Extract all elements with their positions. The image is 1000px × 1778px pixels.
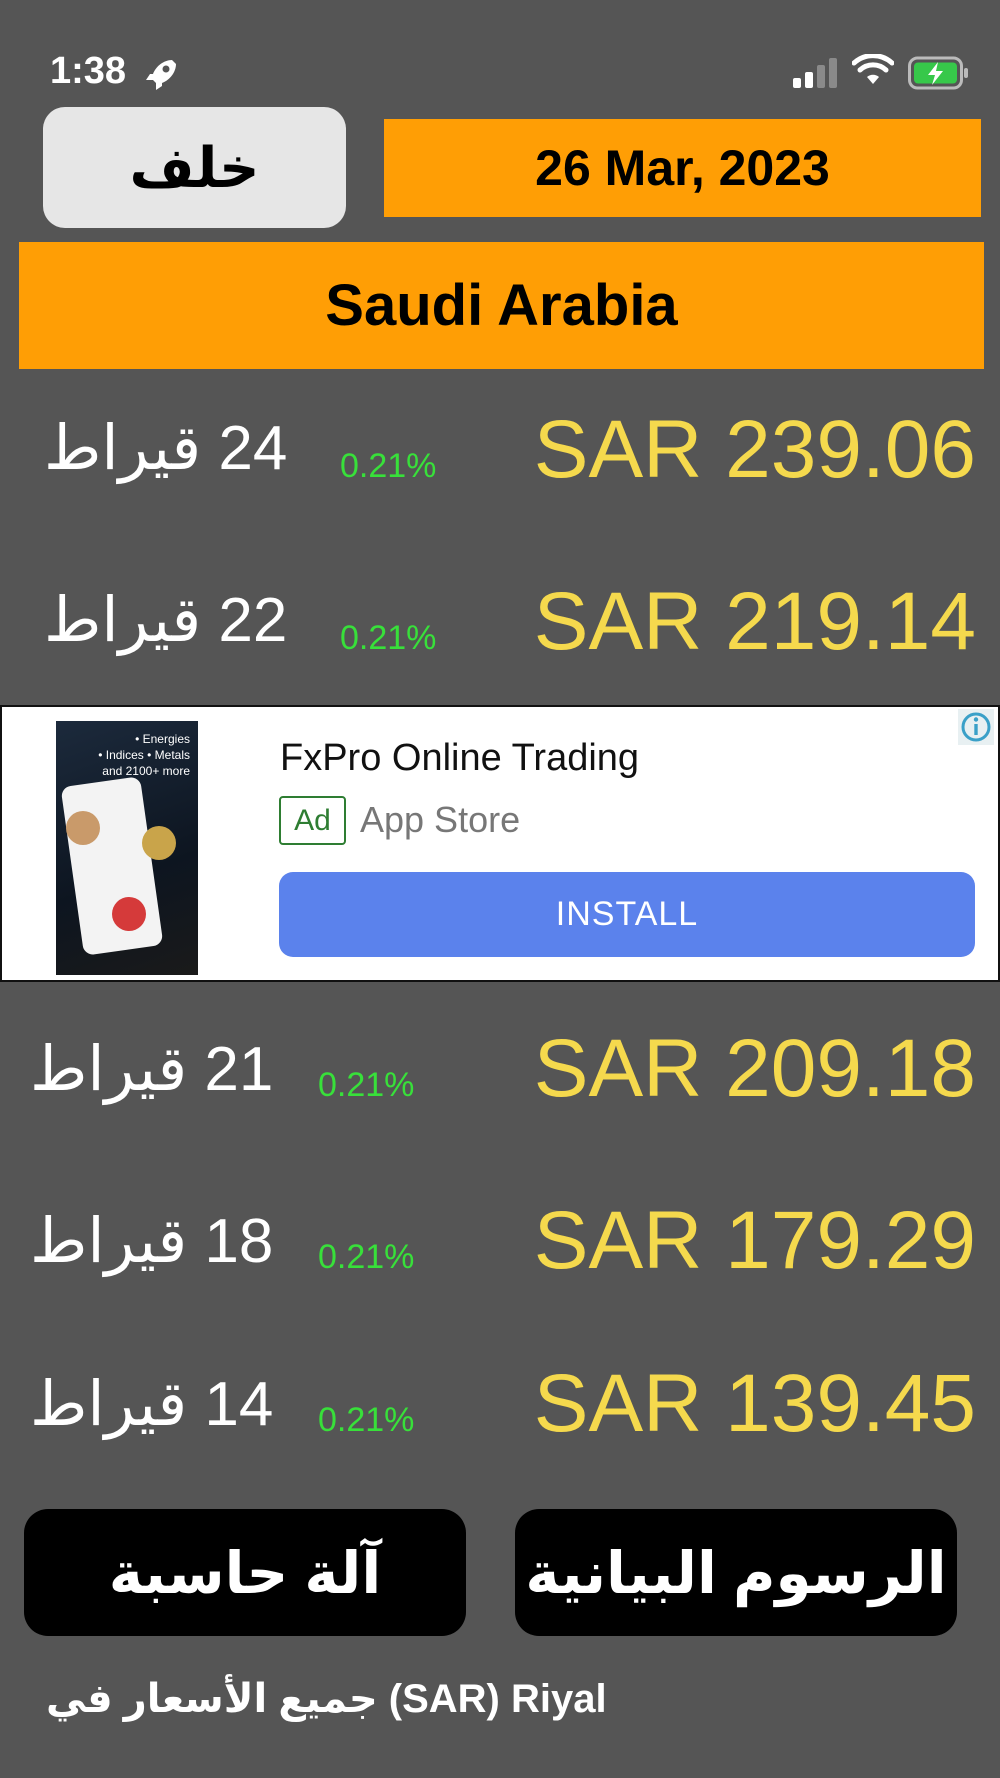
price-row-18k: 18 قيراط 0.21% SAR 179.29	[0, 1194, 1000, 1294]
karat-label: 14 قيراط	[30, 1370, 274, 1439]
ad-image[interactable]: • Energies • Indices • Metals and 2100+ …	[56, 721, 198, 975]
karat-label: 22 قيراط	[44, 586, 288, 655]
gold-chip	[142, 826, 176, 860]
currency-note: جميع الأسعار في (SAR) Riyal	[46, 1677, 607, 1721]
price-value: SAR 179.29	[533, 1195, 976, 1286]
install-button[interactable]: INSTALL	[279, 872, 975, 957]
ad-image-text: • Energies • Indices • Metals and 2100+ …	[98, 732, 190, 778]
change-percent: 0.21%	[318, 1238, 415, 1276]
wifi-icon	[852, 54, 894, 84]
apple-chip	[66, 811, 100, 845]
karat-label: 24 قيراط	[44, 414, 288, 483]
change-percent: 0.21%	[318, 1401, 415, 1439]
change-percent: 0.21%	[340, 619, 437, 657]
info-icon[interactable]	[958, 709, 994, 745]
price-row-24k: 24 قيراط 0.21% SAR 239.06	[0, 403, 1000, 503]
price-row-21k: 21 قيراط 0.21% SAR 209.18	[0, 1022, 1000, 1122]
status-time: 1:38	[50, 50, 127, 92]
price-value: SAR 239.06	[533, 404, 976, 495]
date-display: 26 Mar, 2023	[384, 119, 981, 217]
ad-badge: Ad	[279, 796, 346, 845]
karat-label: 18 قيراط	[30, 1207, 274, 1276]
change-percent: 0.21%	[318, 1066, 415, 1104]
ad-banner[interactable]: • Energies • Indices • Metals and 2100+ …	[0, 705, 1000, 982]
price-row-22k: 22 قيراط 0.21% SAR 219.14	[0, 575, 1000, 675]
back-button[interactable]: خلف	[43, 107, 346, 228]
price-value: SAR 209.18	[533, 1023, 976, 1114]
price-row-14k: 14 قيراط 0.21% SAR 139.45	[0, 1357, 1000, 1457]
change-percent: 0.21%	[340, 447, 437, 485]
battery-charging-icon	[908, 56, 968, 90]
country-title: Saudi Arabia	[19, 242, 984, 369]
charts-button[interactable]: الرسوم البيانية	[515, 1509, 957, 1636]
tesla-chip	[112, 897, 146, 931]
signal-icon	[793, 58, 837, 88]
rocket-icon	[146, 60, 176, 90]
price-value: SAR 139.45	[533, 1358, 976, 1449]
ad-store-label: App Store	[360, 799, 521, 840]
karat-label: 21 قيراط	[30, 1035, 274, 1104]
price-value: SAR 219.14	[533, 576, 976, 667]
phone-graphic	[60, 776, 164, 956]
ad-title[interactable]: FxPro Online Trading	[280, 737, 639, 780]
calculator-button[interactable]: آلة حاسبة	[24, 1509, 466, 1636]
